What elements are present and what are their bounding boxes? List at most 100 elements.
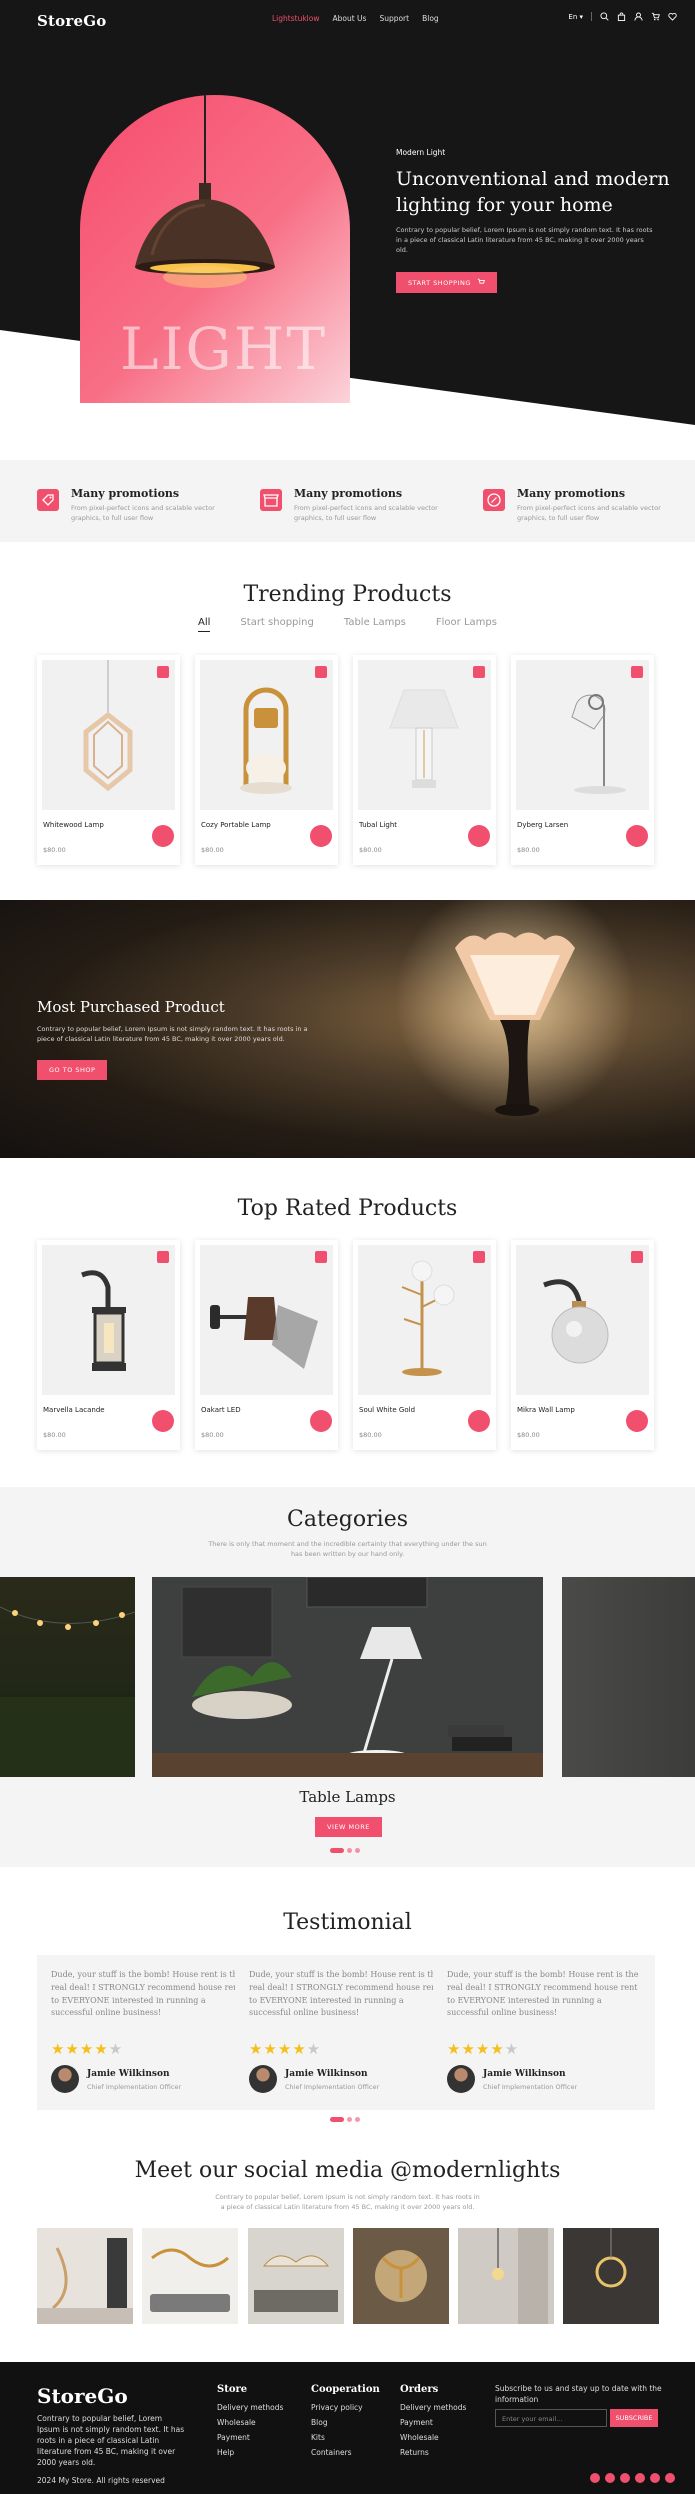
- subscribe-button[interactable]: SUBSCRIBE: [610, 2409, 658, 2427]
- instagram-icon[interactable]: [620, 2473, 630, 2483]
- product-card[interactable]: Whitewood Lamp $80.00: [37, 655, 180, 865]
- bag-icon[interactable]: [617, 12, 626, 21]
- language-select[interactable]: En ▾: [568, 13, 583, 21]
- product-name[interactable]: Mikra Wall Lamp: [517, 1406, 575, 1414]
- view-more-button[interactable]: VIEW MORE: [315, 1817, 382, 1837]
- nav-link-blog[interactable]: Blog: [422, 14, 439, 23]
- product-card[interactable]: Tubal Light $80.00: [353, 655, 496, 865]
- footer-link[interactable]: Delivery methods: [400, 2403, 466, 2412]
- linkedin-icon[interactable]: [665, 2473, 675, 2483]
- nav-link-support[interactable]: Support: [379, 14, 409, 23]
- product-image: [358, 1245, 491, 1395]
- tab-floor-lamps[interactable]: Floor Lamps: [436, 617, 497, 632]
- add-to-cart-button[interactable]: [310, 1410, 332, 1432]
- social-post-thumbnail[interactable]: [458, 2228, 554, 2324]
- wishlist-heart-icon[interactable]: [315, 666, 327, 678]
- wishlist-heart-icon[interactable]: [157, 1251, 169, 1263]
- youtube-icon[interactable]: [635, 2473, 645, 2483]
- category-slide-prev[interactable]: [0, 1577, 135, 1777]
- footer-link[interactable]: Containers: [311, 2448, 380, 2457]
- footer-logo[interactable]: StoreGo: [37, 2384, 128, 2408]
- footer-link[interactable]: Delivery methods: [217, 2403, 283, 2412]
- footer-link[interactable]: Blog: [311, 2418, 380, 2427]
- product-name[interactable]: Whitewood Lamp: [43, 821, 104, 829]
- social-post-thumbnail[interactable]: [142, 2228, 238, 2324]
- social-post-thumbnail[interactable]: [248, 2228, 344, 2324]
- footer-link[interactable]: Payment: [217, 2433, 283, 2442]
- wishlist-heart-icon[interactable]: [473, 1251, 485, 1263]
- email-field[interactable]: Enter your email...: [495, 2409, 607, 2427]
- product-name[interactable]: Marvella Lacande: [43, 1406, 105, 1414]
- rating-stars: ★★★★★: [447, 2040, 520, 2058]
- footer-link[interactable]: Help: [217, 2448, 283, 2457]
- social-post-thumbnail[interactable]: [353, 2228, 449, 2324]
- pagination-dot[interactable]: [355, 1848, 360, 1853]
- pagination-dot-active[interactable]: [330, 1848, 344, 1853]
- cloud-light-illustration: [254, 2255, 338, 2312]
- footer-link[interactable]: Wholesale: [217, 2418, 283, 2427]
- product-card[interactable]: Cozy Portable Lamp $80.00: [195, 655, 338, 865]
- product-name[interactable]: Cozy Portable Lamp: [201, 821, 271, 829]
- footer-link[interactable]: Kits: [311, 2433, 380, 2442]
- go-to-shop-button[interactable]: GO TO SHOP: [37, 1060, 108, 1080]
- add-to-cart-button[interactable]: [468, 825, 490, 847]
- pagination-dot[interactable]: [355, 2117, 360, 2122]
- testimonial-pagination: [330, 2117, 360, 2122]
- footer-link[interactable]: Wholesale: [400, 2433, 466, 2442]
- features-strip: Many promotions From pixel-perfect icons…: [0, 460, 695, 542]
- add-to-cart-button[interactable]: [626, 1410, 648, 1432]
- wishlist-heart-icon[interactable]: [631, 666, 643, 678]
- testimonial-name: Jamie Wilkinson: [285, 2069, 368, 2079]
- search-icon[interactable]: [600, 12, 609, 21]
- nav-link-lights[interactable]: Lightstuklow: [272, 14, 319, 23]
- footer-link[interactable]: Returns: [400, 2448, 466, 2457]
- facebook-icon[interactable]: [590, 2473, 600, 2483]
- product-name[interactable]: Soul White Gold: [359, 1406, 415, 1414]
- footer-column-title: Store: [217, 2384, 248, 2395]
- start-shopping-button[interactable]: START SHOPPING: [396, 271, 498, 293]
- tab-all[interactable]: All: [198, 617, 211, 632]
- testimonial-card: Dude, your stuff is the bomb! House rent…: [37, 1955, 259, 2110]
- add-to-cart-button[interactable]: [468, 1410, 490, 1432]
- social-post-thumbnail[interactable]: [563, 2228, 659, 2324]
- product-name[interactable]: Dyberg Larsen: [517, 821, 568, 829]
- wishlist-heart-icon[interactable]: [315, 1251, 327, 1263]
- user-icon[interactable]: [634, 12, 643, 21]
- footer-column-cooperation: Cooperation Privacy policy Blog Kits Con…: [311, 2384, 380, 2463]
- add-to-cart-button[interactable]: [152, 1410, 174, 1432]
- product-card[interactable]: Soul White Gold $80.00: [353, 1240, 496, 1450]
- tab-start-shopping[interactable]: Start shopping: [240, 617, 313, 632]
- banner-title: Most Purchased Product: [37, 998, 225, 1016]
- footer-link[interactable]: Privacy policy: [311, 2403, 380, 2412]
- social-post-thumbnail[interactable]: [37, 2228, 133, 2324]
- product-name[interactable]: Oakart LED: [201, 1406, 241, 1414]
- hero-text-block: Modern Light Unconventional and modern l…: [396, 148, 686, 293]
- wishlist-heart-icon[interactable]: [157, 666, 169, 678]
- tab-table-lamps[interactable]: Table Lamps: [344, 617, 406, 632]
- heart-icon[interactable]: [668, 12, 677, 21]
- product-card[interactable]: Mikra Wall Lamp $80.00: [511, 1240, 654, 1450]
- cart-icon[interactable]: [651, 12, 660, 21]
- wishlist-heart-icon[interactable]: [631, 1251, 643, 1263]
- pagination-dot-active[interactable]: [330, 2117, 344, 2122]
- category-slide-current[interactable]: [152, 1577, 543, 1777]
- logo[interactable]: StoreGo: [37, 12, 106, 30]
- product-card[interactable]: Dyberg Larsen $80.00: [511, 655, 654, 865]
- pagination-dot[interactable]: [347, 1848, 352, 1853]
- nav-link-about[interactable]: About Us: [332, 14, 366, 23]
- category-slide-next[interactable]: [562, 1577, 695, 1777]
- add-to-cart-button[interactable]: [152, 825, 174, 847]
- product-card[interactable]: Marvella Lacande $80.00: [37, 1240, 180, 1450]
- twitter-icon[interactable]: [605, 2473, 615, 2483]
- testimonial-title: Testimonial: [283, 1910, 412, 1935]
- product-name[interactable]: Tubal Light: [359, 821, 397, 829]
- product-price: $80.00: [43, 846, 66, 854]
- testimonial-card: Dude, your stuff is the bomb! House rent…: [235, 1955, 457, 2110]
- wishlist-heart-icon[interactable]: [473, 666, 485, 678]
- pinterest-icon[interactable]: [650, 2473, 660, 2483]
- product-card[interactable]: Oakart LED $80.00: [195, 1240, 338, 1450]
- footer-link[interactable]: Payment: [400, 2418, 466, 2427]
- pagination-dot[interactable]: [347, 2117, 352, 2122]
- add-to-cart-button[interactable]: [626, 825, 648, 847]
- add-to-cart-button[interactable]: [310, 825, 332, 847]
